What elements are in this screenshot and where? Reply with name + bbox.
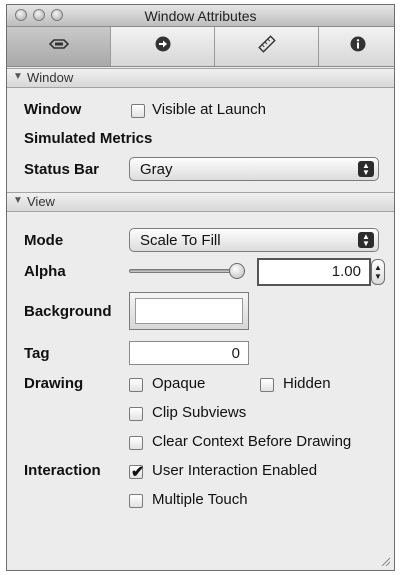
checkmark-icon: ✔ (131, 464, 145, 481)
clip-subviews-checkbox[interactable] (129, 407, 143, 421)
inspector-tab-bar (7, 27, 394, 67)
status-bar-value: Gray (140, 161, 173, 178)
hidden-label: Hidden (283, 375, 331, 392)
alpha-slider[interactable] (129, 269, 245, 273)
alpha-slider-knob[interactable] (229, 263, 245, 279)
simulated-metrics-heading: Simulated Metrics (24, 130, 153, 147)
section-title-window: Window (27, 70, 74, 85)
alpha-stepper[interactable]: ▲ ▼ (371, 259, 385, 285)
arrow-right-circle-icon (155, 36, 171, 57)
mode-popup[interactable]: Scale To Fill ▲ ▼ (129, 228, 379, 252)
tab-attributes[interactable] (7, 27, 111, 66)
hidden-checkbox[interactable] (260, 378, 274, 392)
window-label: Window (24, 101, 82, 118)
tab-identity[interactable] (319, 27, 394, 66)
alpha-field[interactable]: 1.00 (257, 258, 371, 286)
tab-connections[interactable] (111, 27, 215, 66)
window-title: Window Attributes (144, 8, 257, 24)
visible-at-launch-checkbox[interactable] (131, 104, 145, 118)
drawing-label: Drawing (24, 375, 84, 392)
section-header-view[interactable]: ▼ View (7, 192, 394, 212)
popup-arrows-icon: ▲ ▼ (358, 161, 374, 177)
popup-arrows-icon: ▲ ▼ (358, 232, 374, 248)
resize-grip-icon[interactable] (380, 556, 390, 566)
inspector-window: Window Attributes ▼ Window Window Visibl… (6, 4, 395, 571)
multiple-touch-label: Multiple Touch (152, 491, 248, 508)
opaque-label: Opaque (152, 375, 206, 392)
background-color-swatch (135, 298, 243, 324)
alpha-label: Alpha (24, 263, 66, 280)
section-header-window[interactable]: ▼ Window (7, 68, 394, 88)
tab-size[interactable] (215, 27, 319, 66)
tag-field[interactable]: 0 (129, 341, 249, 365)
background-color-well[interactable] (129, 292, 249, 330)
tag-value: 0 (231, 345, 240, 362)
status-bar-label: Status Bar (24, 161, 100, 178)
opaque-checkbox[interactable] (129, 378, 143, 392)
visible-at-launch-label: Visible at Launch (152, 101, 266, 118)
title-bar: Window Attributes (7, 5, 394, 27)
info-icon (350, 36, 366, 57)
disclosure-triangle-icon: ▼ (13, 195, 23, 206)
background-label: Background (24, 303, 112, 320)
multiple-touch-checkbox[interactable] (129, 494, 143, 508)
interaction-label: Interaction (24, 462, 101, 479)
mode-label: Mode (24, 232, 64, 249)
clear-context-checkbox[interactable] (129, 436, 143, 450)
attributes-icon (48, 37, 70, 56)
mode-value: Scale To Fill (140, 232, 221, 249)
clip-subviews-label: Clip Subviews (152, 404, 247, 421)
alpha-value: 1.00 (331, 263, 361, 280)
tag-label: Tag (24, 345, 50, 362)
clear-context-label: Clear Context Before Drawing (152, 433, 352, 450)
user-interaction-checkbox[interactable]: ✔ (129, 464, 145, 481)
disclosure-triangle-icon: ▼ (13, 71, 23, 82)
ruler-icon (257, 34, 277, 59)
user-interaction-label: User Interaction Enabled (152, 462, 318, 479)
section-title-view: View (27, 194, 55, 209)
status-bar-popup[interactable]: Gray ▲ ▼ (129, 157, 379, 181)
